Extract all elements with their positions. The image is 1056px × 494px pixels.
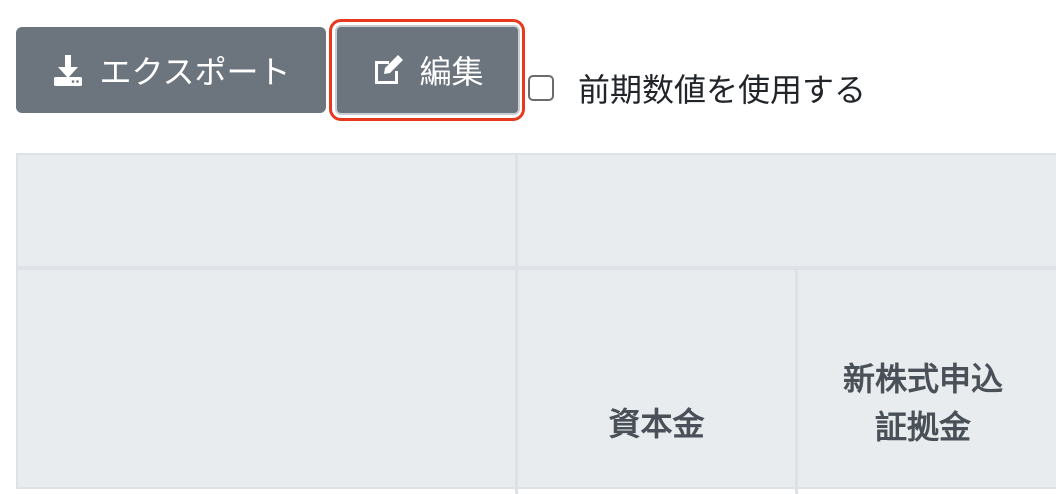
table-body-start: [0, 487, 1056, 494]
toolbar: エクスポート 編集 前期数値を使用する: [0, 0, 1056, 140]
edit-icon: [371, 53, 405, 87]
column-header-subscription-deposit: 新株式申込 証拠金: [842, 360, 1003, 446]
column-header-capital: 資本金: [608, 405, 705, 443]
data-table: 資本金 新株式申込 証拠金: [16, 153, 1056, 494]
edit-button-label: 編集: [419, 53, 484, 91]
edit-button[interactable]: 編集: [335, 25, 520, 115]
prev-period-option[interactable]: 前期数値を使用する: [528, 64, 866, 112]
export-button-label: エクスポート: [99, 53, 291, 91]
prev-period-checkbox[interactable]: [528, 75, 554, 101]
prev-period-label: 前期数値を使用する: [578, 71, 867, 109]
header-row-divider: [18, 266, 1056, 270]
download-icon: [51, 53, 85, 87]
export-button[interactable]: エクスポート: [16, 27, 326, 113]
